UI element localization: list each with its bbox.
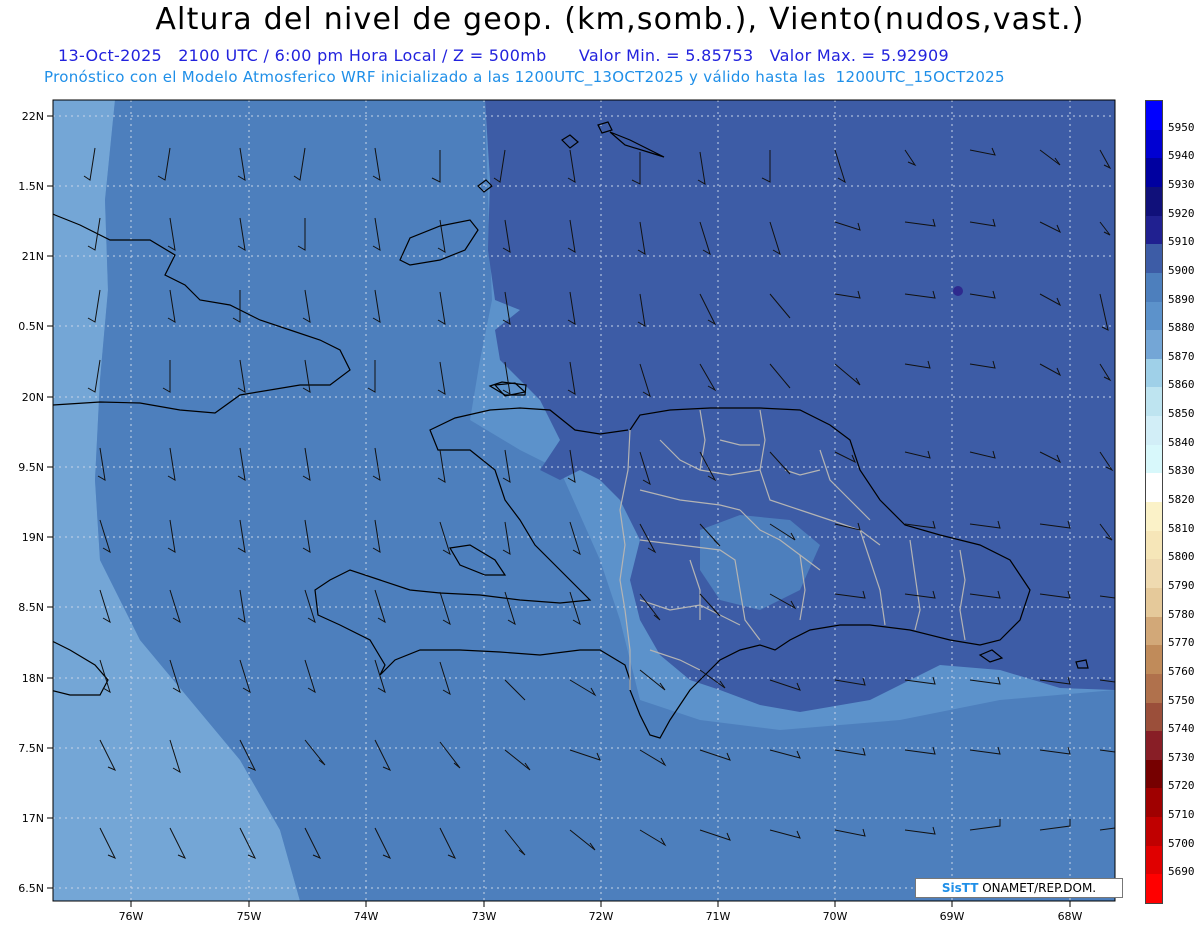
lon-label: 69W [940,910,965,923]
color-scale-label: 5770 [1168,636,1195,650]
lon-labels: 76W 75W 74W 73W 72W 71W 70W 69W 68W [119,910,1083,923]
color-scale-label: 5850 [1168,407,1195,421]
credit-text: ONAMET/REP.DOM. [978,881,1097,895]
lat-label: 8.5N [18,601,44,614]
color-scale-label: 5940 [1168,149,1195,163]
color-scale-label: 5920 [1168,206,1195,220]
lat-labels: 22N 1.5N 21N 0.5N 20N 9.5N 19N 8.5N 18N … [18,110,44,895]
color-scale-cell [1146,158,1162,188]
color-scale-label: 5750 [1168,693,1195,707]
color-scale-label: 5880 [1168,321,1195,335]
lat-label: 9.5N [18,461,44,474]
lat-label: 6.5N [18,882,44,895]
color-scale-label: 5690 [1168,865,1195,879]
color-scale-label: 5910 [1168,235,1195,249]
color-scale-label: 5720 [1168,779,1195,793]
color-scale-cell [1146,502,1162,532]
lon-label: 70W [823,910,848,923]
color-scale-label: 5820 [1168,493,1195,506]
color-scale-cell [1146,559,1162,589]
color-scale-cell [1146,244,1162,274]
color-scale-label: 5830 [1168,464,1195,478]
color-scale-cell [1146,358,1162,388]
color-scale-label: 5950 [1168,120,1195,134]
color-scale-cell [1146,702,1162,732]
color-scale-cell [1146,444,1162,474]
color-scale-label: 5870 [1168,349,1195,363]
color-scale-label: 5860 [1168,378,1195,392]
lon-label: 68W [1058,910,1083,923]
color-scale-cell [1146,473,1162,503]
lon-label: 74W [354,910,379,923]
lat-label: 21N [22,250,44,263]
lat-label: 1.5N [18,180,44,193]
color-scale-label: 5710 [1168,808,1195,822]
color-scale-cell [1146,301,1162,331]
color-scale-cell [1146,272,1162,302]
geopotential-shading [53,100,1115,901]
lat-label: 20N [22,391,44,404]
color-scale-label: 5800 [1168,550,1195,564]
color-scale-label: 5900 [1168,263,1195,277]
color-scale-label: 5790 [1168,578,1195,592]
color-scale-label: 5890 [1168,292,1195,306]
color-scale-cell [1146,416,1162,446]
color-scale-cell [1146,129,1162,159]
color-scale-label: 5760 [1168,664,1195,678]
color-scale-cell [1146,101,1162,131]
color-scale-cell [1146,387,1162,417]
color-scale-cell [1146,788,1162,818]
lon-label: 76W [119,910,144,923]
credit-box: SisTT ONAMET/REP.DOM. [915,878,1123,898]
forecast-map: 22N 1.5N 21N 0.5N 20N 9.5N 19N 8.5N 18N … [18,99,1116,923]
color-scale-label: 5810 [1168,521,1195,535]
lon-label: 73W [472,910,497,923]
color-scale-bar [1145,100,1163,904]
lat-label: 19N [22,531,44,544]
color-scale-cell [1146,731,1162,761]
lon-label: 75W [237,910,262,923]
color-scale-label: 5700 [1168,836,1195,850]
color-scale-cell [1146,874,1162,904]
lat-label: 22N [22,110,44,123]
lon-label: 71W [706,910,731,923]
color-scale-cell [1146,587,1162,618]
color-scale-label: 5740 [1168,722,1195,736]
sistt-logo: SisTT [941,881,979,895]
lon-label: 72W [589,910,614,923]
color-scale-cell [1146,817,1162,847]
color-scale-cell [1146,215,1162,245]
color-scale-cell [1146,845,1162,875]
shade-5910-spot [953,286,963,296]
color-scale-cell [1146,759,1162,789]
color-scale-label: 5730 [1168,750,1195,764]
color-scale-label: 5780 [1168,607,1195,621]
lat-label: 7.5N [18,742,44,755]
lat-label: 17N [22,812,44,825]
color-scale-cell [1146,530,1162,560]
color-scale-cell [1146,645,1162,675]
lat-label: 18N [22,672,44,685]
color-scale-cell [1146,616,1162,646]
lat-label: 0.5N [18,320,44,333]
color-scale-cell [1146,673,1162,703]
color-scale-label: 5840 [1168,435,1195,449]
color-scale-cell [1146,330,1162,360]
color-scale-cell [1146,186,1162,217]
color-scale-label: 5930 [1168,177,1195,191]
